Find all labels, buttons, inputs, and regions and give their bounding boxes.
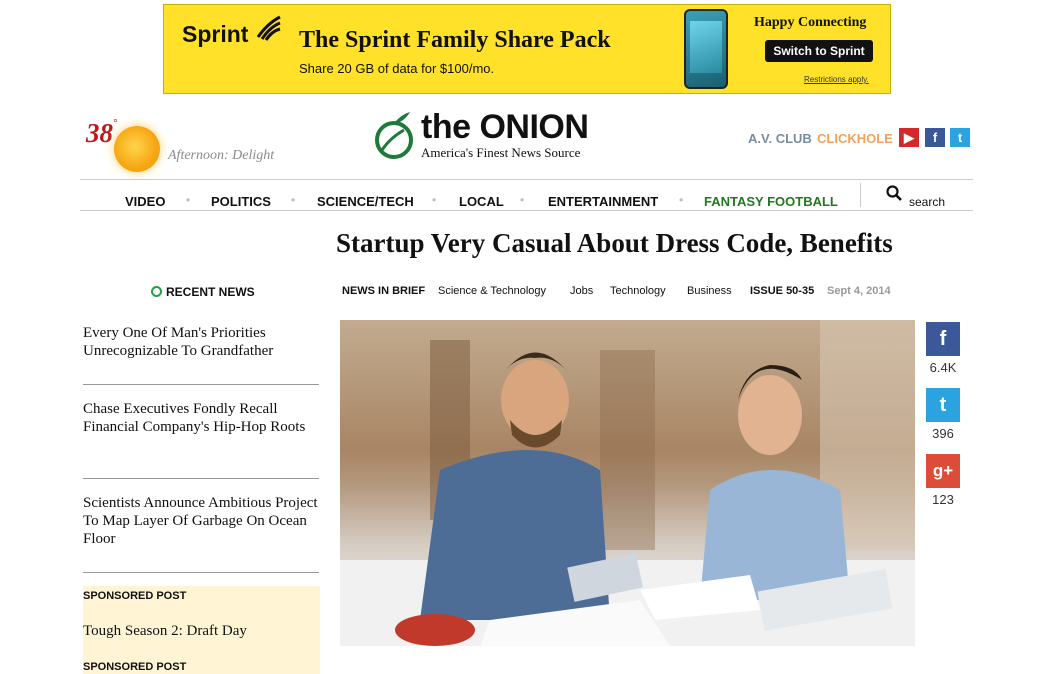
nav-item-entertainment[interactable]: ENTERTAINMENT: [548, 194, 658, 209]
article-tag[interactable]: Science & Technology: [438, 285, 546, 297]
nav-item-politics[interactable]: POLITICS: [211, 194, 271, 209]
ad-subline: Share 20 GB of data for $100/mo.: [299, 61, 495, 76]
recent-story-link[interactable]: Every One Of Man's Priorities Unrecogniz…: [83, 324, 319, 360]
restrictions-link[interactable]: Restrictions apply.: [804, 75, 869, 84]
article-section[interactable]: NEWS IN BRIEF: [342, 285, 425, 297]
article-title: Startup Very Casual About Dress Code, Be…: [336, 228, 893, 258]
article-tag[interactable]: Jobs: [570, 285, 593, 297]
sponsored-label: SPONSORED POST: [83, 661, 187, 673]
recent-story-link[interactable]: Chase Executives Fondly Recall Financial…: [83, 400, 319, 436]
weather-description: Afternoon: Delight: [168, 148, 275, 163]
article-tag[interactable]: Technology: [610, 285, 666, 297]
search-icon[interactable]: [886, 185, 902, 201]
phone-image: [684, 9, 728, 89]
avclub-link[interactable]: A.V. CLUB: [748, 131, 812, 146]
site-tagline: America's Finest News Source: [421, 145, 581, 160]
nav-separator: [860, 183, 861, 207]
nav-dot: •: [432, 193, 437, 207]
site-logo-text[interactable]: the ONION: [421, 108, 589, 147]
sun-icon: [114, 126, 160, 172]
sponsored-post-link[interactable]: Tough Season 2: Draft Day: [83, 623, 247, 640]
switch-to-sprint-button[interactable]: Switch to Sprint: [765, 40, 873, 62]
onion-logo-icon[interactable]: [372, 110, 416, 160]
photo-illustration: [340, 320, 915, 646]
story-divider: [83, 478, 319, 479]
story-divider: [83, 572, 319, 573]
facebook-count: 6.4K: [929, 360, 957, 375]
nav-item-science-tech[interactable]: SCIENCE/TECH: [317, 194, 414, 209]
nav-item-video[interactable]: VIDEO: [125, 194, 165, 209]
share-twitter-button[interactable]: t: [926, 388, 960, 422]
story-divider: [83, 384, 319, 385]
nav-item-fantasy-football[interactable]: FANTASY FOOTBALL: [704, 194, 838, 209]
recent-story-link[interactable]: Scientists Announce Ambitious Project To…: [83, 494, 319, 548]
weather-temperature[interactable]: 38°: [86, 118, 117, 149]
sprint-logo-icon: [256, 15, 281, 41]
share-gplus-button[interactable]: g+: [926, 454, 960, 488]
article-issue[interactable]: ISSUE 50-35: [750, 285, 814, 297]
ad-happy: Happy Connecting: [754, 15, 867, 30]
nav-divider-bottom: [80, 210, 973, 211]
article-photo: [340, 320, 915, 646]
recent-news-heading: RECENT NEWS: [166, 285, 255, 299]
sprint-ad-banner[interactable]: Sprint The Sprint Family Share Pack Shar…: [163, 4, 891, 94]
ad-brand: Sprint: [182, 21, 249, 47]
article-date: Sept 4, 2014: [827, 285, 891, 297]
ad-headline: The Sprint Family Share Pack: [299, 27, 611, 53]
share-facebook-button[interactable]: f: [926, 322, 960, 356]
clickhole-link[interactable]: CLICKHOLE: [817, 131, 893, 146]
clock-icon: [151, 286, 162, 297]
sponsored-label: SPONSORED POST: [83, 590, 187, 602]
nav-dot: •: [520, 193, 525, 207]
nav-dot: •: [186, 193, 191, 207]
twitter-count: 396: [932, 426, 954, 441]
facebook-icon[interactable]: f: [925, 128, 945, 147]
nav-item-local[interactable]: LOCAL: [459, 194, 504, 209]
youtube-icon[interactable]: ▶: [899, 128, 919, 147]
nav-dot: •: [679, 193, 684, 207]
gplus-count: 123: [932, 492, 954, 507]
nav-dot: •: [291, 193, 296, 207]
twitter-icon[interactable]: t: [950, 128, 970, 147]
search-label[interactable]: search: [909, 195, 945, 209]
nav-divider-top: [80, 179, 973, 180]
article-tag[interactable]: Business: [687, 285, 732, 297]
